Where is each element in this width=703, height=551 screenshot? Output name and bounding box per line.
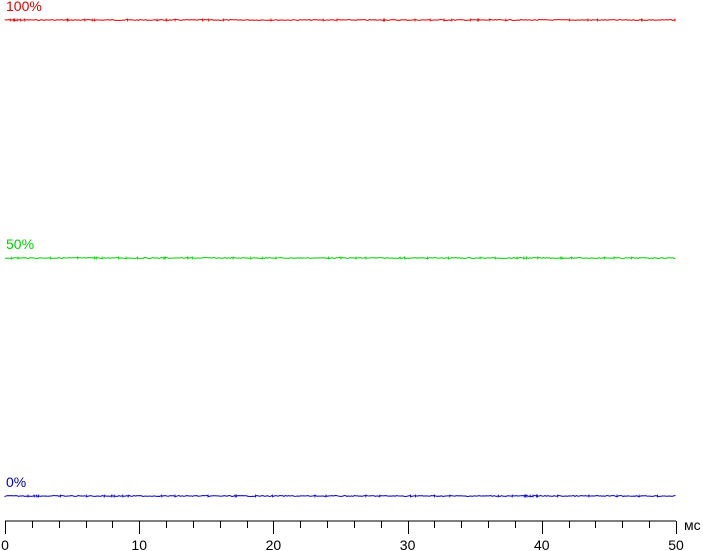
series-label-2: 0% [6, 474, 26, 490]
x-tick-label: 50 [668, 537, 684, 551]
x-tick-label: 0 [1, 537, 9, 551]
x-tick-label: 20 [266, 537, 282, 551]
x-tick-label: 10 [131, 537, 147, 551]
series-0: 100% [4, 0, 676, 22]
series-2: 0% [4, 474, 676, 498]
series-layer: 100% 50% 0% [4, 0, 676, 498]
x-axis-unit-label: мс [684, 517, 701, 533]
series-label-1: 50% [6, 236, 34, 252]
x-tick-label: 30 [400, 537, 416, 551]
series-label-0: 100% [6, 0, 42, 14]
x-tick-label: 40 [534, 537, 550, 551]
x-axis: 0 10 20 30 40 50 [1, 520, 684, 551]
series-line-2 [4, 494, 676, 498]
series-line-0 [4, 19, 676, 21]
response-chart: 100% 50% 0% 0 10 20 30 40 50 мс [1, 0, 701, 551]
series-line-1 [4, 257, 676, 259]
series-1: 50% [4, 236, 676, 260]
